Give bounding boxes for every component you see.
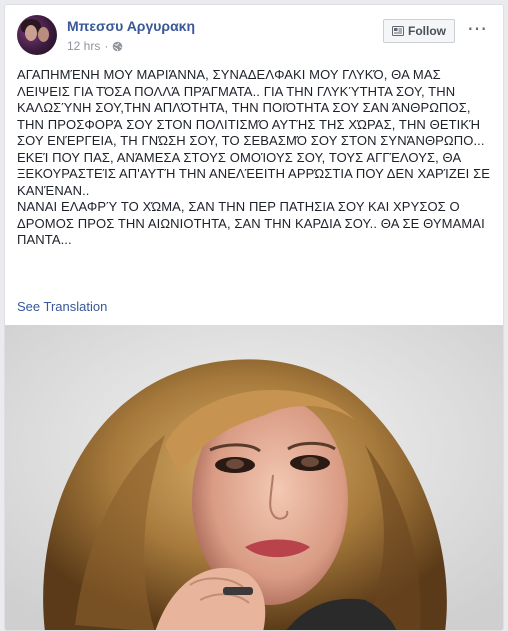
follow-label: Follow	[408, 24, 446, 38]
post-header: Μπεσσυ Αργυρακη 12 hrs · Follow ⋯	[17, 15, 491, 59]
post-card: Μπεσσυ Αργυρακη 12 hrs · Follow ⋯ ΑΓΑΠΗΜ…	[4, 4, 504, 631]
see-translation-link[interactable]: See Translation	[17, 299, 107, 314]
post-timestamp[interactable]: 12 hrs	[67, 39, 100, 53]
portrait-image	[5, 325, 503, 630]
post-text: ΑΓΑΠΗΜΈΝΗ ΜΟΥ ΜΑΡΙΆΝΝΑ, ΣΥΝΑΔΕΛΦΑΚΙ ΜΟΥ …	[17, 67, 495, 249]
globe-icon	[113, 41, 123, 51]
post-photo[interactable]	[5, 325, 503, 630]
author-avatar[interactable]	[17, 15, 57, 55]
post-paragraph: ΑΓΑΠΗΜΈΝΗ ΜΟΥ ΜΑΡΙΆΝΝΑ, ΣΥΝΑΔΕΛΦΑΚΙ ΜΟΥ …	[17, 67, 485, 148]
follow-feed-icon	[392, 26, 404, 36]
follow-button[interactable]: Follow	[383, 19, 455, 43]
post-paragraph: ΝΑΝΑΙ ΕΛΑΦΡΎ ΤΟ ΧΏΜΑ, ΣΑΝ ΤΗΝ ΠΕΡ ΠΑΤΗΣΙ…	[17, 199, 485, 247]
author-name[interactable]: Μπεσσυ Αργυρακη	[67, 18, 195, 34]
post-paragraph: ΕΚΕΊ ΠΟΥ ΠΑΣ, ΑΝΆΜΕΣΑ ΣΤΟΥΣ ΟΜΟΊΟΥΣ ΣΟΥ,…	[17, 149, 491, 198]
post-meta: 12 hrs ·	[67, 39, 123, 53]
more-options-icon[interactable]: ⋯	[465, 17, 489, 41]
